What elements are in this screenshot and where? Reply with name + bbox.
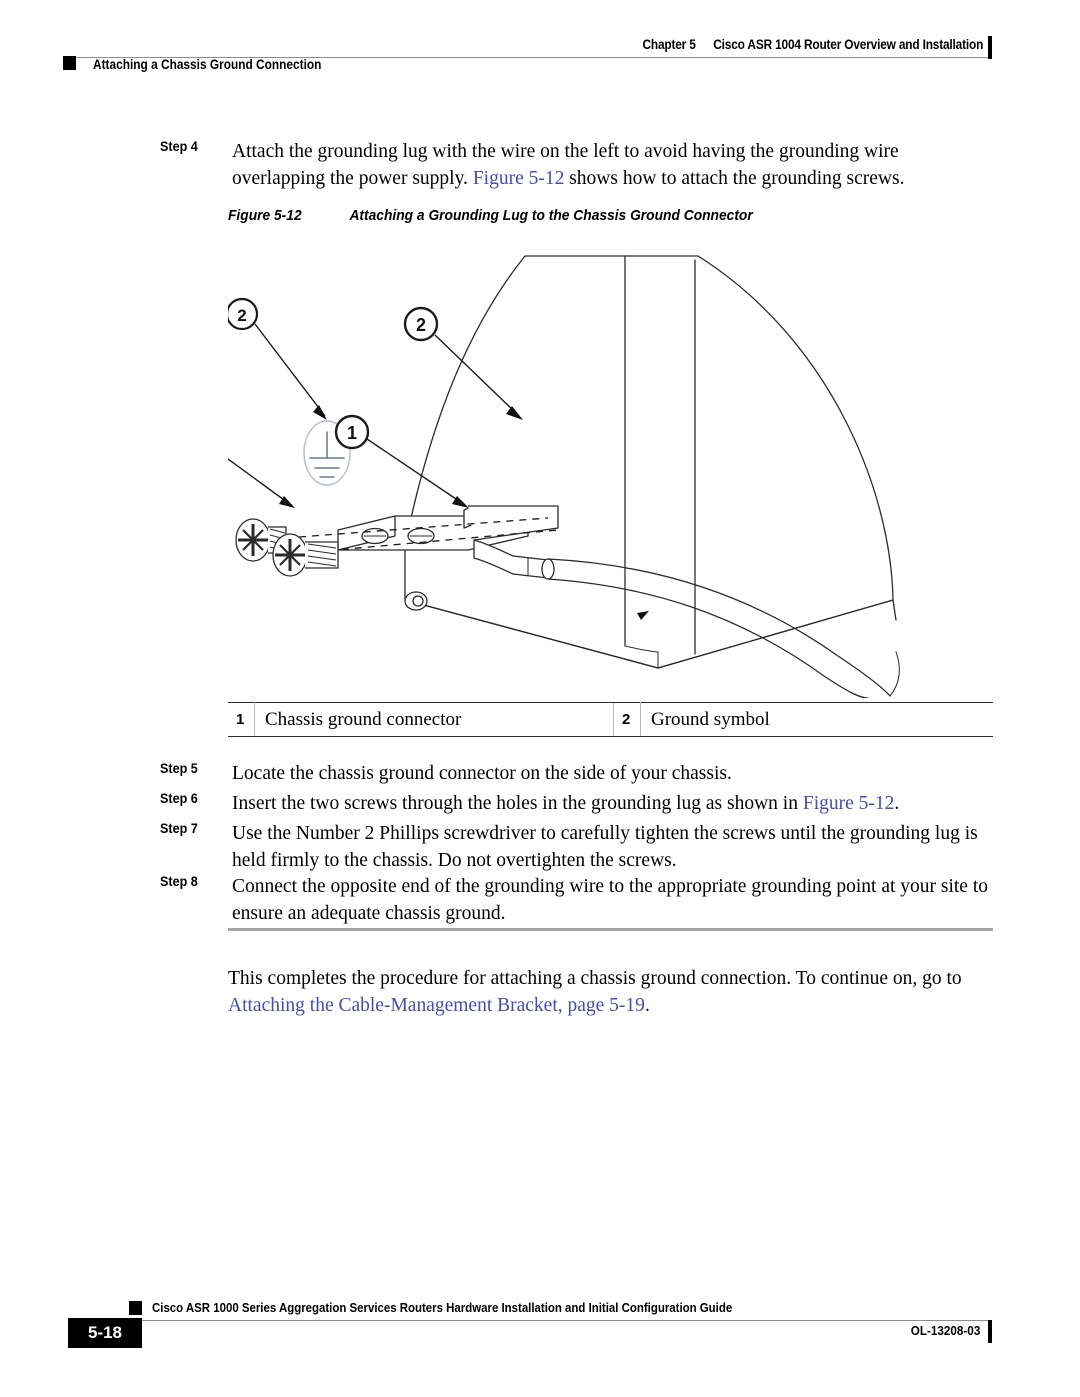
step-text: Connect the opposite end of the groundin… bbox=[232, 873, 994, 927]
table-row: 1 Chassis ground connector 2 Ground symb… bbox=[228, 702, 993, 737]
step-label: Step 8 bbox=[160, 873, 198, 889]
figure-caption: Figure 5-12 Attaching a Grounding Lug to … bbox=[228, 207, 753, 224]
callout-2-number: 2 bbox=[416, 315, 426, 335]
footer-edge-tick bbox=[988, 1320, 992, 1343]
step-row-7: Step 7 Use the Number 2 Phillips screwdr… bbox=[160, 820, 1000, 874]
section-bullet-icon bbox=[63, 56, 76, 70]
header-section-title: Attaching a Chassis Ground Connection bbox=[93, 57, 322, 72]
page-footer: Cisco ASR 1000 Series Aggregation Servic… bbox=[0, 1300, 1080, 1370]
step-text-part2: . bbox=[894, 793, 900, 814]
footer-guide-title: Cisco ASR 1000 Series Aggregation Servic… bbox=[152, 1300, 733, 1315]
section-divider bbox=[228, 928, 993, 931]
closing-paragraph: This completes the procedure for attachi… bbox=[228, 965, 993, 1019]
figure-cross-reference-link[interactable]: Figure 5-12 bbox=[803, 793, 895, 814]
closing-text-part1: This completes the procedure for attachi… bbox=[228, 968, 962, 989]
figure-callout-table: 1 Chassis ground connector 2 Ground symb… bbox=[228, 702, 993, 737]
document-id: OL-13208-03 bbox=[910, 1323, 980, 1338]
callout-key-2: 2 bbox=[613, 702, 641, 737]
step-text-part2: shows how to attach the grounding screws… bbox=[564, 168, 905, 189]
step-text-part1: Use the Number 2 Phillips screwdriver to… bbox=[232, 823, 978, 871]
footer-bullet-icon bbox=[129, 1301, 142, 1315]
header-edge-tick bbox=[988, 36, 992, 59]
callout-marker-1: 1 bbox=[334, 414, 469, 508]
callout-marker-2: 2 bbox=[403, 306, 523, 420]
step-label: Step 4 bbox=[160, 138, 198, 154]
header-chapter-title: Cisco ASR 1004 Router Overview and Insta… bbox=[713, 37, 983, 52]
step-label: Step 5 bbox=[160, 760, 198, 776]
figure-number: Figure 5-12 bbox=[228, 207, 302, 224]
page-number-badge: 5-18 bbox=[68, 1318, 142, 1348]
figure-title: Attaching a Grounding Lug to the Chassis… bbox=[349, 207, 753, 224]
next-section-link[interactable]: Attaching the Cable-Management Bracket, … bbox=[228, 995, 645, 1016]
header-chapter-info: Chapter 5 Cisco ASR 1004 Router Overview … bbox=[642, 37, 983, 52]
step-row-6: Step 6 Insert the two screws through the… bbox=[160, 790, 1000, 817]
figure-illustration: 2 1 2 1 280180 bbox=[228, 248, 993, 698]
step-row-8: Step 8 Connect the opposite end of the g… bbox=[160, 873, 1000, 927]
step-text-part1: Locate the chassis ground connector on t… bbox=[232, 763, 732, 784]
page-header: Chapter 5 Cisco ASR 1004 Router Overview … bbox=[0, 0, 1080, 90]
step-text: Insert the two screws through the holes … bbox=[232, 790, 994, 817]
step-label: Step 6 bbox=[160, 790, 198, 806]
callout-key-1: 1 bbox=[228, 702, 255, 737]
callout-1-number: 1 bbox=[347, 423, 357, 443]
step-label: Step 7 bbox=[160, 820, 198, 836]
callout-value-2: Ground symbol bbox=[640, 702, 993, 737]
footer-rule bbox=[142, 1320, 992, 1321]
header-chapter-label: Chapter 5 bbox=[642, 37, 696, 52]
figure-cross-reference-link[interactable]: Figure 5-12 bbox=[473, 168, 565, 189]
step-text: Attach the grounding lug with the wire o… bbox=[232, 138, 994, 192]
step-text: Locate the chassis ground connector on t… bbox=[232, 760, 994, 787]
closing-text-part2: . bbox=[644, 995, 650, 1016]
step-row-4: Step 4 Attach the grounding lug with the… bbox=[160, 138, 1000, 192]
step-text-part1: Connect the opposite end of the groundin… bbox=[232, 876, 989, 924]
step-text-part1: Insert the two screws through the holes … bbox=[232, 793, 803, 814]
callout-value-1: Chassis ground connector bbox=[254, 702, 614, 737]
step-row-5: Step 5 Locate the chassis ground connect… bbox=[160, 760, 1000, 787]
step-text: Use the Number 2 Phillips screwdriver to… bbox=[232, 820, 994, 874]
